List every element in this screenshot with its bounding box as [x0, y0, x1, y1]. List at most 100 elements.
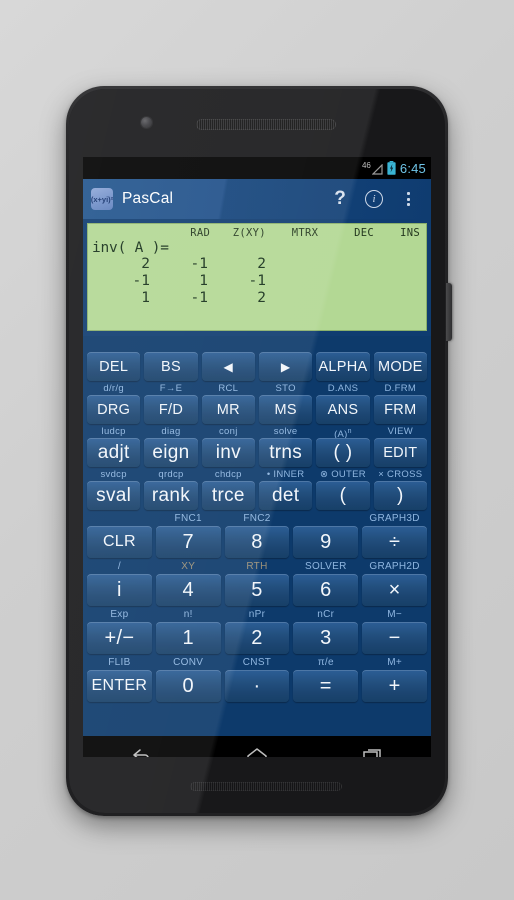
key-mode[interactable]: MODE — [373, 352, 427, 381]
key-ans[interactable]: ANS — [316, 395, 370, 424]
key-secondary-label: CNST — [242, 657, 272, 668]
key-del[interactable]: DEL — [87, 352, 141, 381]
key-[interactable]: ) — [373, 481, 427, 510]
key-5[interactable]: 5 — [224, 574, 290, 606]
keypad-cell: RTH 5 — [224, 559, 290, 606]
front-camera-icon — [141, 117, 152, 128]
key-[interactable]: · — [224, 670, 290, 702]
battery-charging-icon — [387, 161, 396, 175]
key-drg[interactable]: DRG — [87, 395, 141, 424]
key-bs[interactable]: BS — [144, 352, 198, 381]
keypad-cell: ALPHA — [316, 339, 370, 381]
key-[interactable]: ◀ — [201, 352, 255, 381]
key-secondary-label: VIEW — [387, 426, 414, 437]
key-inv[interactable]: inv — [201, 438, 255, 467]
key-6[interactable]: 6 — [293, 574, 359, 606]
key-[interactable]: ▶ — [258, 352, 313, 381]
home-icon — [247, 748, 267, 757]
matrix-cell: 1 — [141, 290, 150, 306]
key-[interactable]: +/− — [87, 622, 152, 654]
key-mr[interactable]: MR — [201, 395, 255, 424]
calculator-display[interactable]: RAD Z(XY) MTRX DEC INS inv( A )= 2 -1 2 — [87, 223, 427, 331]
android-status-bar: 46 6:45 — [83, 157, 431, 179]
keypad-cell: RCL MR — [201, 382, 255, 424]
keypad-cell: CNST · — [224, 655, 290, 702]
key-secondary-label: M+ — [387, 657, 402, 668]
keypad-cell: D.ANS ANS — [316, 382, 370, 424]
key-secondary-label — [316, 339, 369, 352]
matrix-row: 1 -1 2 — [92, 290, 420, 307]
key-secondary-label: π/e — [317, 657, 334, 668]
key-rank[interactable]: rank — [144, 481, 198, 510]
key-secondary-label — [202, 339, 255, 352]
power-button[interactable] — [446, 283, 452, 341]
key-det[interactable]: det — [258, 481, 313, 510]
key-secondary-label: svdcp — [100, 469, 127, 480]
key-secondary-label — [374, 339, 427, 352]
key-2[interactable]: 2 — [224, 622, 290, 654]
key-ms[interactable]: MS — [258, 395, 313, 424]
status-bar-clock: 6:45 — [399, 160, 426, 176]
key-[interactable]: ( ) — [316, 438, 370, 467]
key-f-d[interactable]: F/D — [144, 395, 198, 424]
overflow-menu-button[interactable] — [391, 182, 425, 216]
signal-triangle-icon — [371, 163, 383, 175]
key-trns[interactable]: trns — [258, 438, 313, 467]
key-9[interactable]: 9 — [293, 526, 359, 558]
keypad-cell: × CROSS) — [373, 468, 427, 510]
key-[interactable]: − — [362, 622, 427, 654]
back-icon — [133, 749, 149, 757]
nav-back-button[interactable] — [113, 736, 169, 757]
nav-recents-button[interactable] — [345, 736, 401, 757]
key-7[interactable]: 7 — [155, 526, 221, 558]
keypad-cell: FLIB ENTER — [87, 655, 152, 702]
key-3[interactable]: 3 — [293, 622, 359, 654]
keypad-row: DEL BS ◀ ▶ ALPHA MODE — [87, 339, 427, 381]
key-enter[interactable]: ENTER — [87, 670, 152, 702]
key-secondary-label: qrdcp — [158, 469, 184, 480]
key-i[interactable]: i — [87, 574, 152, 606]
keypad-cell: ludcp adjt — [87, 425, 141, 467]
keypad-cell: n! 1 — [155, 607, 221, 654]
dots-vertical-icon — [406, 192, 410, 206]
key-edit[interactable]: EDIT — [373, 438, 427, 467]
key-secondary-label: F→E — [159, 383, 183, 394]
key-secondary-label — [144, 339, 197, 352]
key-secondary-label: STO — [275, 383, 296, 394]
key-[interactable]: ÷ — [362, 526, 427, 558]
keypad-row: ludcp adjt diag eign conj inv solve trns (A)n( )… — [87, 425, 427, 467]
key-[interactable]: + — [362, 670, 427, 702]
app-action-bar: (x+yi)² PasCal ? i — [83, 179, 431, 219]
help-button[interactable]: ? — [323, 182, 357, 216]
key-secondary-label: solve — [273, 426, 298, 437]
key-adjt[interactable]: adjt — [87, 438, 141, 467]
keypad-cell: / i — [87, 559, 152, 606]
keypad-cell: M+ + — [362, 655, 427, 702]
nav-home-button[interactable] — [229, 736, 285, 757]
keypad-cell: diag eign — [144, 425, 198, 467]
key-8[interactable]: 8 — [224, 526, 290, 558]
key-[interactable]: ( — [316, 481, 370, 510]
earpiece-speaker — [196, 119, 336, 130]
info-button[interactable]: i — [357, 182, 391, 216]
keypad-cell: ◀ — [201, 339, 255, 381]
key-sval[interactable]: sval — [87, 481, 141, 510]
key-secondary-label: • INNER — [266, 469, 305, 480]
keypad-cell: XY 4 — [155, 559, 221, 606]
key-[interactable]: = — [293, 670, 359, 702]
key-[interactable]: × — [362, 574, 427, 606]
key-1[interactable]: 1 — [155, 622, 221, 654]
flag-dec: DEC — [354, 227, 375, 239]
keypad-cell: DEL — [87, 339, 141, 381]
key-secondary-label: nPr — [248, 609, 266, 620]
key-trce[interactable]: trce — [201, 481, 255, 510]
key-clr[interactable]: CLR — [87, 526, 152, 558]
key-alpha[interactable]: ALPHA — [316, 352, 370, 381]
recents-icon — [363, 749, 381, 757]
key-eign[interactable]: eign — [144, 438, 198, 467]
flag-mtrx: MTRX — [291, 227, 319, 239]
key-frm[interactable]: FRM — [373, 395, 427, 424]
key-0[interactable]: 0 — [155, 670, 221, 702]
key-4[interactable]: 4 — [155, 574, 221, 606]
key-secondary-label: chdcp — [214, 469, 242, 480]
